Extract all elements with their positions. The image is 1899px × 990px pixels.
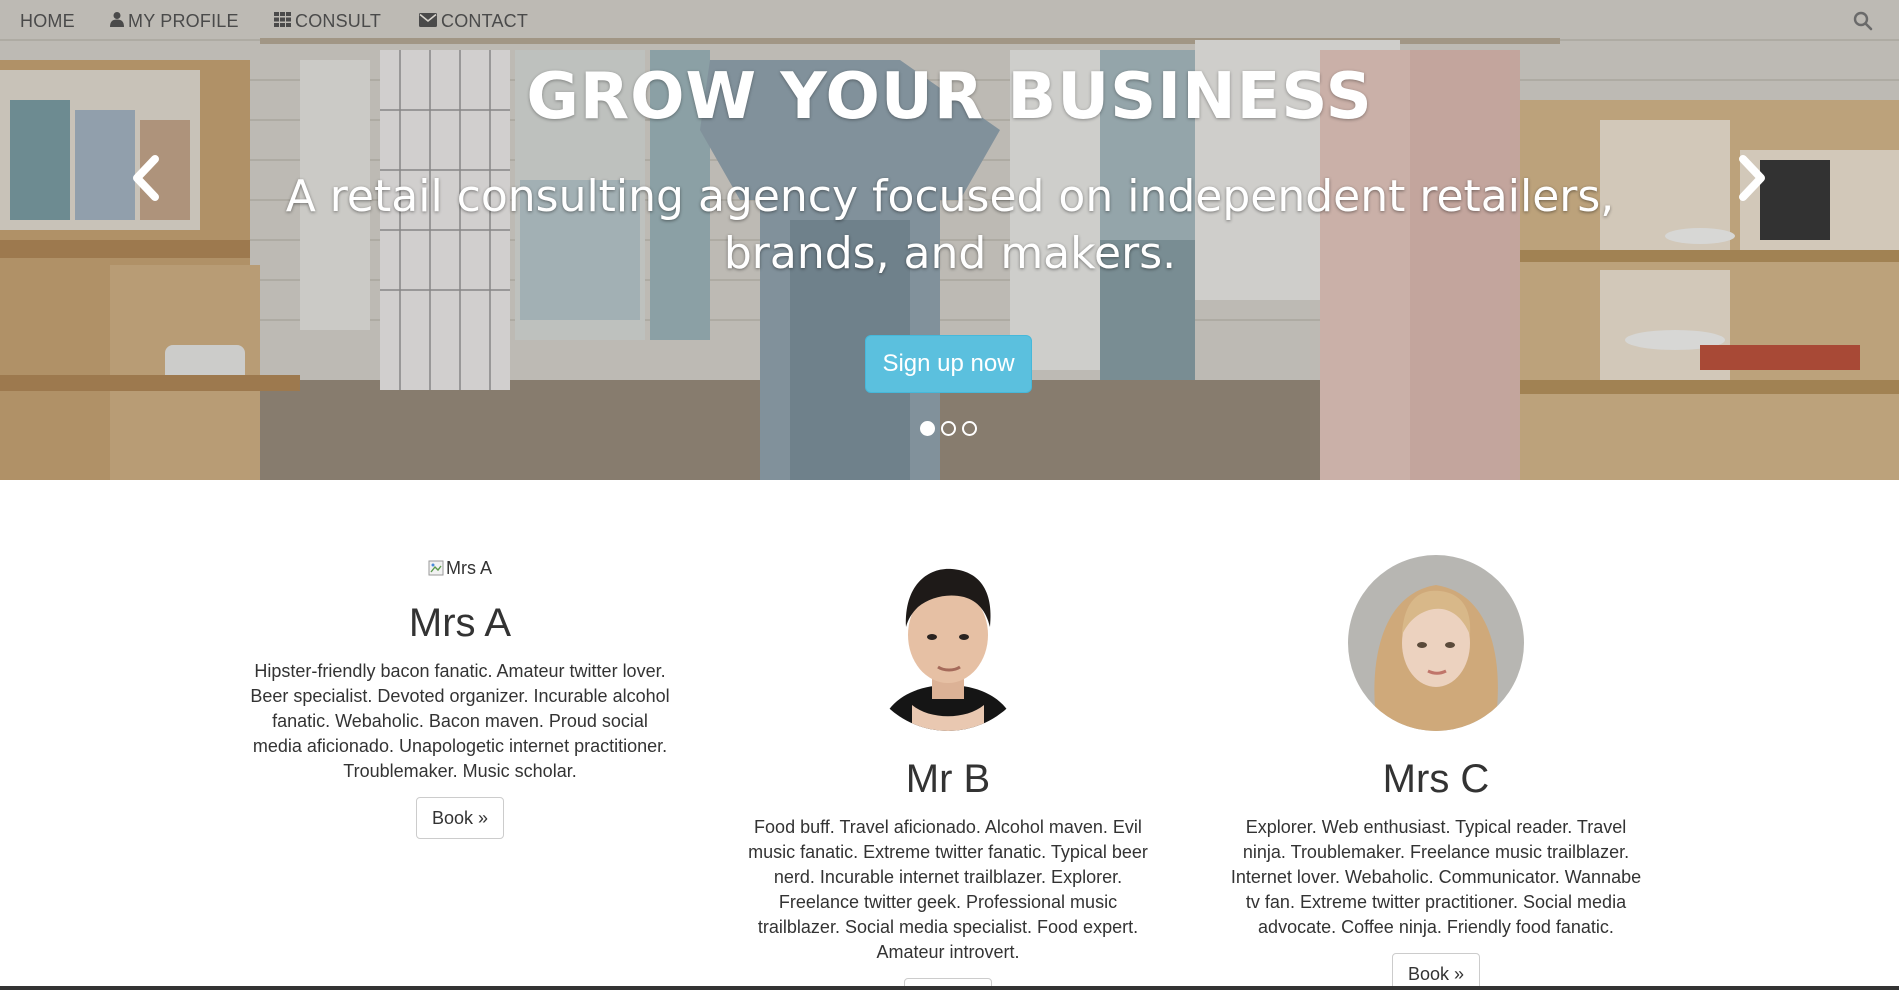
book-button[interactable]: Book » <box>415 797 505 839</box>
carousel-indicator-3[interactable] <box>962 421 977 436</box>
team-member-card: Mr B Food buff. Travel aficionado. Alcoh… <box>733 555 1163 990</box>
carousel-prev-button[interactable] <box>125 155 165 201</box>
nav-item-contact[interactable]: CONTACT <box>419 10 528 32</box>
member-name: Mrs C <box>1382 757 1490 801</box>
image-alt-text: Mrs A <box>445 557 492 578</box>
user-icon <box>110 11 124 32</box>
team-member-card: Mrs C Explorer. Web enthusiast. Typical … <box>1221 555 1651 990</box>
member-bio: Hipster-friendly bacon fanatic. Amateur … <box>250 661 670 781</box>
chevron-left-icon <box>133 155 159 201</box>
hero-carousel: HOME MY PROFILE CONSULT CONTACT GROW YOU… <box>0 0 1899 480</box>
grid-icon <box>274 11 291 32</box>
nav-item-label: HOME <box>20 10 75 31</box>
nav-item-my-profile[interactable]: MY PROFILE <box>110 10 239 32</box>
hero-subtitle: A retail consulting agency focused on in… <box>285 171 1615 279</box>
broken-image-icon <box>428 560 444 576</box>
hero-title: GROW YOUR BUSINESS <box>526 60 1373 134</box>
nav-item-label: CONTACT <box>441 10 529 31</box>
member-name: Mrs A <box>408 601 512 645</box>
member-name: Mr B <box>905 757 991 801</box>
top-navbar: HOME MY PROFILE CONSULT CONTACT <box>0 0 1899 42</box>
member-bio: Explorer. Web enthusiast. Typical reader… <box>1230 817 1642 937</box>
broken-image: Mrs A <box>245 555 675 581</box>
envelope-icon <box>419 11 437 32</box>
nav-item-consult[interactable]: CONSULT <box>274 10 381 32</box>
book-button[interactable]: Book » <box>1391 953 1481 990</box>
nav-item-label: CONSULT <box>295 10 382 31</box>
avatar <box>1348 555 1524 731</box>
carousel-indicator-1[interactable] <box>920 421 935 436</box>
nav-item-home[interactable]: HOME <box>20 10 75 32</box>
carousel-next-button[interactable] <box>1733 155 1773 201</box>
carousel-indicator-2[interactable] <box>941 421 956 436</box>
window-bottom-edge <box>0 986 1899 990</box>
sign-up-button[interactable]: Sign up now <box>865 335 1032 393</box>
carousel-indicators <box>920 421 977 436</box>
nav-item-label: MY PROFILE <box>128 10 239 31</box>
search-icon[interactable] <box>1853 11 1873 31</box>
member-bio: Food buff. Travel aficionado. Alcohol ma… <box>748 817 1148 962</box>
avatar <box>860 555 1036 731</box>
chevron-right-icon <box>1739 155 1765 201</box>
team-member-card: Mrs A Mrs A Hipster-friendly bacon fanat… <box>245 555 675 839</box>
